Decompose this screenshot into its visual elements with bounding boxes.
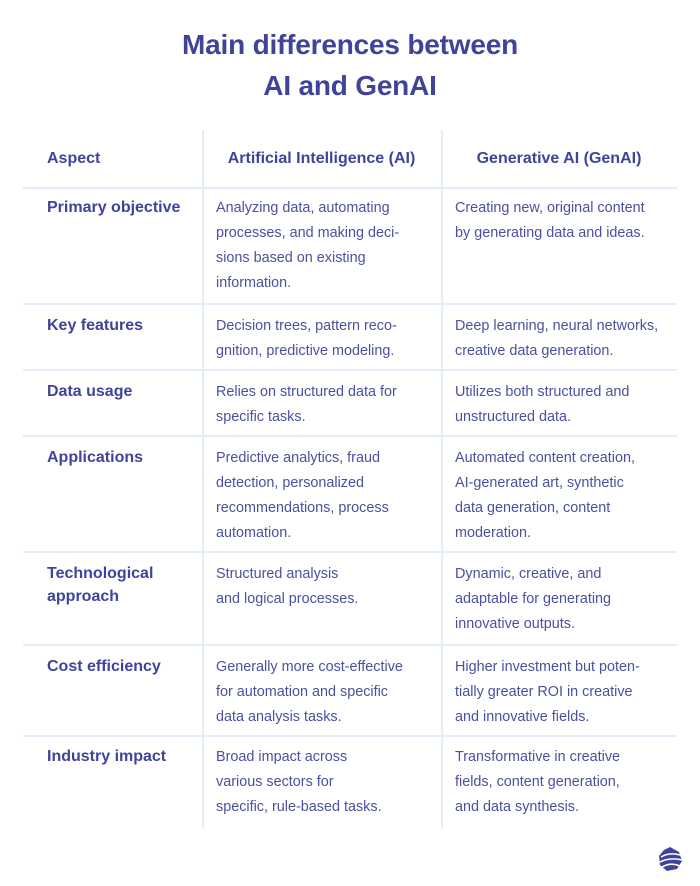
row-divider (23, 551, 677, 553)
title-line-2: AI and GenAI (263, 70, 437, 101)
cell-ai-line: information. (216, 275, 292, 291)
cell-ai: Broad impact across various sectors for sp… (216, 745, 428, 820)
brand-logo-icon (659, 847, 683, 871)
cell-ai-line: Broad impact across (216, 749, 348, 765)
cell-ai-line: Predictive analytics, fraud (216, 450, 380, 466)
cell-aspect: Key features (47, 314, 197, 337)
cell-genai-line: innovative outputs. (455, 616, 576, 632)
row-divider (23, 369, 677, 371)
cell-ai: Structured analysis and logical processes… (216, 562, 428, 612)
cell-aspect-line: Key features (47, 317, 144, 334)
cell-ai-line: data analysis tasks. (216, 709, 342, 725)
row-divider (23, 303, 677, 305)
cell-genai-line: tially greater ROI in creative (455, 684, 633, 700)
cell-ai-line: sions based on existing (216, 250, 366, 266)
cell-aspect-line: Primary objective (47, 199, 181, 216)
cell-genai-line: adaptable for generating (455, 591, 612, 607)
header-aspect: Aspect (47, 150, 101, 167)
cell-aspect: Cost efficiency (47, 655, 197, 678)
row-divider (23, 435, 677, 437)
row-divider (23, 644, 677, 646)
cell-ai-line: various sectors for (216, 774, 334, 790)
cell-genai-line: fields, content generation, (455, 774, 620, 790)
title-line-1: Main differences between (182, 29, 518, 60)
cell-genai-line: Higher investment but poten- (455, 659, 640, 675)
cell-ai-line: processes, and making deci- (216, 225, 400, 241)
cell-genai-line: by generating data and ideas. (455, 225, 645, 241)
cell-ai: Decision trees, pattern reco-gnition, pr… (216, 314, 428, 364)
cell-aspect: Industry impact (47, 745, 197, 768)
cell-aspect-line: approach (47, 588, 120, 605)
cell-genai-line: Transformative in creative (455, 749, 621, 765)
row-divider (23, 735, 677, 737)
cell-genai-line: unstructured data. (455, 409, 571, 425)
cell-genai: Transformative in creative fields, conten… (455, 745, 670, 820)
cell-ai-line: and logical processes. (216, 591, 359, 607)
cell-aspect: Technological approach (47, 562, 197, 608)
cell-ai-line: Structured analysis (216, 566, 339, 582)
cell-aspect-line: Data usage (47, 383, 133, 400)
cell-ai-line: recommendations, process (216, 500, 389, 516)
cell-genai: Deep learning, neural networks, creative … (455, 314, 670, 364)
cell-aspect: Primary objective (47, 196, 197, 219)
header-ai: Artificial Intelligence (AI) (227, 150, 416, 167)
cell-genai-line: data generation, content (455, 500, 611, 516)
cell-genai-line: Creating new, original content (455, 200, 645, 216)
cell-genai-line: moderation. (455, 525, 531, 541)
cell-aspect-line: Technological (47, 565, 154, 582)
cell-ai: Relies on structured data for specific ta… (216, 380, 428, 430)
column-divider-1 (202, 130, 204, 828)
cell-ai-line: detection, personalized (216, 475, 365, 491)
cell-ai-line: automation. (216, 525, 292, 541)
page-title: Main differences between AI and GenAI (0, 24, 700, 106)
cell-genai-line: and data synthesis. (455, 799, 579, 815)
cell-genai: Utilizes both structured and unstructured… (455, 380, 670, 430)
cell-genai-line: Utilizes both structured and (455, 384, 630, 400)
cell-genai: Higher investment but poten-tially great… (455, 655, 670, 730)
cell-aspect-line: Applications (47, 449, 144, 466)
cell-ai: Predictive analytics, fraud detection, pe… (216, 446, 428, 546)
cell-ai-line: Decision trees, pattern reco- (216, 318, 397, 334)
cell-ai-line: Relies on structured data for (216, 384, 397, 400)
cell-aspect-line: Cost efficiency (47, 658, 161, 675)
cell-ai-line: Generally more cost-effective (216, 659, 403, 675)
cell-genai-line: AI-generated art, synthetic (455, 475, 624, 491)
cell-aspect: Applications (47, 446, 197, 469)
cell-ai-line: Analyzing data, automating (216, 200, 390, 216)
cell-genai-line: creative data generation. (455, 343, 614, 359)
cell-genai-line: Dynamic, creative, and (455, 566, 602, 582)
cell-ai-line: specific tasks. (216, 409, 306, 425)
cell-ai-line: for automation and specific (216, 684, 388, 700)
cell-ai: Analyzing data, automating processes, and… (216, 196, 428, 296)
column-divider-2 (441, 130, 443, 828)
cell-genai-line: Deep learning, neural networks, (455, 318, 659, 334)
cell-ai: Generally more cost-effective for automat… (216, 655, 428, 730)
cell-genai-line: and innovative fields. (455, 709, 590, 725)
cell-aspect-line: Industry impact (47, 748, 167, 765)
row-divider (23, 187, 677, 189)
cell-genai: Creating new, original content by generat… (455, 196, 670, 246)
cell-ai-line: specific, rule-based tasks. (216, 799, 382, 815)
cell-ai-line: gnition, predictive modeling. (216, 343, 395, 359)
cell-aspect: Data usage (47, 380, 197, 403)
cell-genai: Automated content creation, AI-generated … (455, 446, 670, 546)
header-genai: Generative AI (GenAI) (476, 150, 642, 167)
cell-genai-line: Automated content creation, (455, 450, 635, 466)
cell-genai: Dynamic, creative, and adaptable for gene… (455, 562, 670, 637)
